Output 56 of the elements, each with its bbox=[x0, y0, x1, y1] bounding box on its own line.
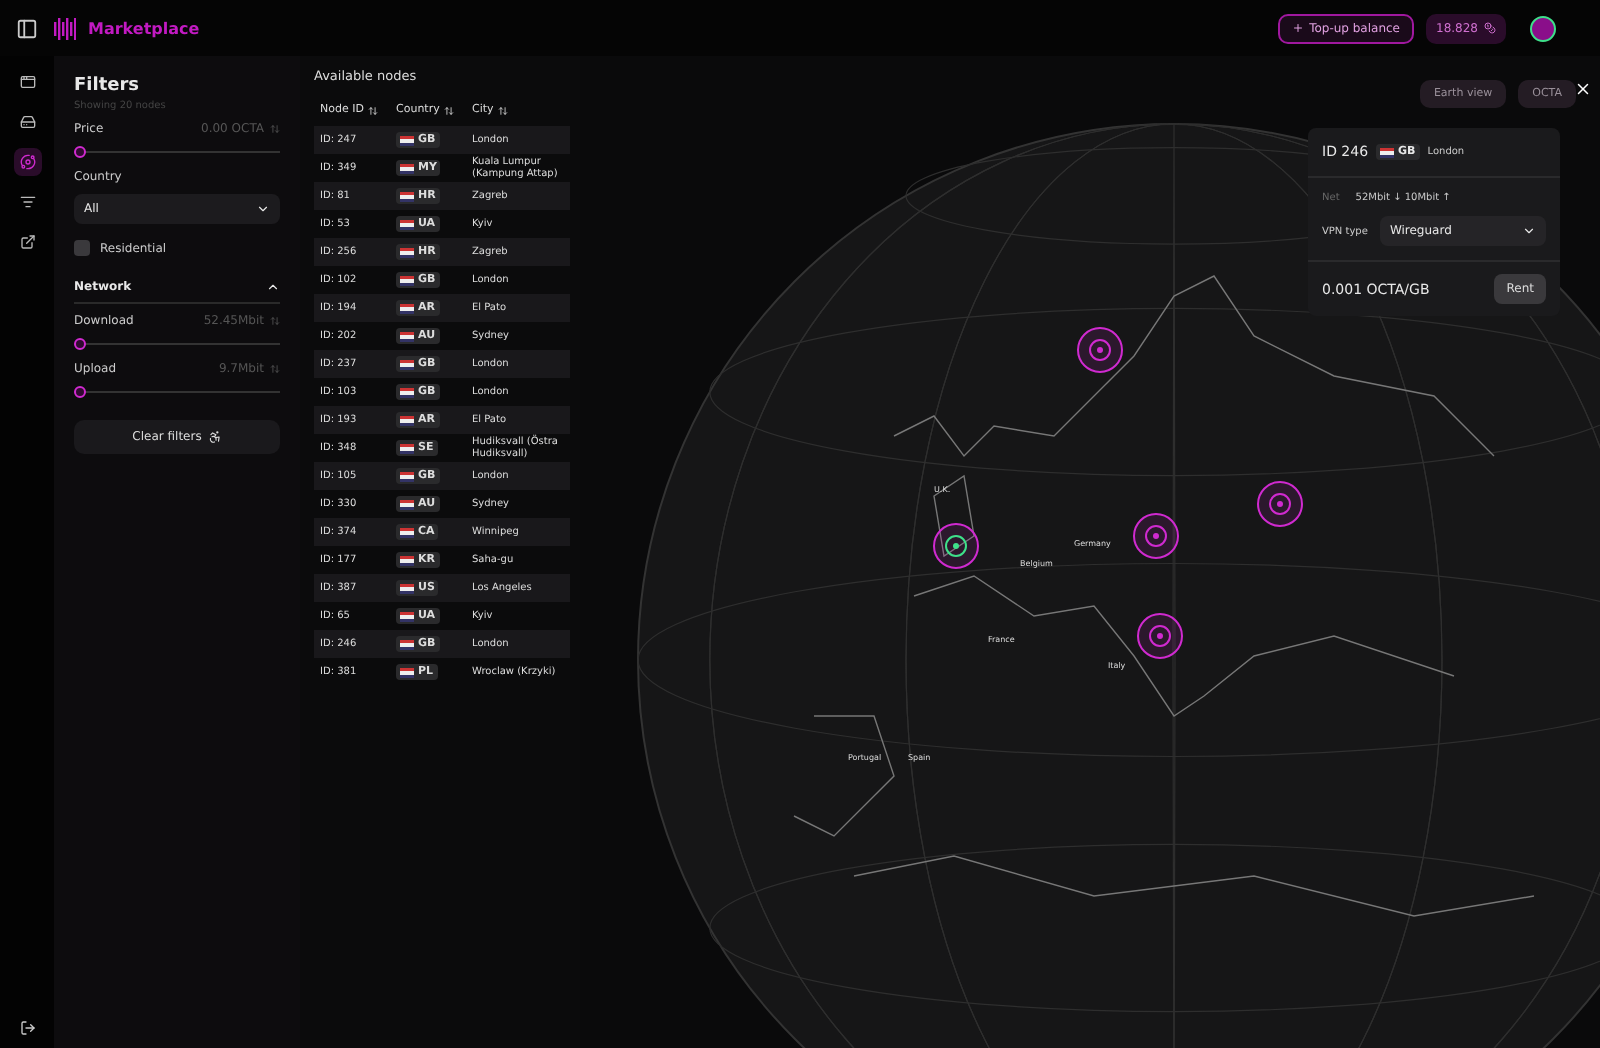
app-title: Marketplace bbox=[88, 19, 200, 37]
chevron-down-icon bbox=[256, 202, 270, 216]
filters-title: Filters bbox=[74, 76, 142, 96]
flag-icon bbox=[400, 667, 414, 677]
flag-icon bbox=[400, 499, 414, 509]
location-marker-icon[interactable] bbox=[1077, 327, 1123, 373]
checkbox[interactable] bbox=[74, 240, 90, 256]
server-icon bbox=[19, 114, 35, 130]
planet-icon bbox=[19, 154, 35, 170]
flag-icon bbox=[400, 331, 414, 341]
list-icon bbox=[19, 194, 35, 210]
chevron-up-icon bbox=[266, 280, 280, 294]
location-marker-icon[interactable] bbox=[1137, 613, 1183, 659]
chevron-down-icon bbox=[1522, 224, 1536, 238]
slider-track[interactable] bbox=[74, 338, 280, 350]
slider-track[interactable] bbox=[74, 146, 280, 158]
person-icon bbox=[207, 430, 222, 444]
flag-icon bbox=[400, 303, 414, 313]
flag-icon bbox=[400, 359, 414, 369]
flag-icon bbox=[400, 527, 414, 537]
avatar[interactable] bbox=[1530, 15, 1556, 41]
logo-icon bbox=[54, 17, 76, 39]
sort-icon bbox=[497, 105, 508, 115]
nav-button[interactable] bbox=[13, 148, 41, 176]
flag-icon bbox=[400, 583, 414, 593]
slider-thumb[interactable] bbox=[74, 338, 86, 350]
slider-thumb[interactable] bbox=[74, 386, 86, 398]
flag-icon bbox=[400, 415, 414, 425]
sort-icon bbox=[443, 105, 454, 115]
flag-icon bbox=[400, 387, 414, 397]
plus-icon bbox=[1291, 22, 1304, 34]
close-button[interactable] bbox=[1574, 80, 1592, 98]
flag-icon bbox=[400, 555, 414, 565]
flag-icon bbox=[400, 639, 414, 649]
flag-icon bbox=[400, 135, 414, 145]
coins-icon bbox=[1484, 22, 1496, 34]
location-marker-icon[interactable] bbox=[933, 523, 979, 569]
close-icon bbox=[1574, 80, 1592, 98]
flag-icon bbox=[400, 471, 414, 481]
logout-icon[interactable] bbox=[19, 1020, 35, 1036]
flag-icon bbox=[400, 443, 414, 453]
location-marker-icon[interactable] bbox=[1133, 513, 1179, 559]
flag-icon bbox=[400, 191, 414, 201]
slider-thumb[interactable] bbox=[74, 146, 86, 158]
flag-icon bbox=[400, 275, 414, 285]
window-icon bbox=[19, 74, 35, 90]
flag-icon bbox=[400, 247, 414, 257]
location-marker-icon[interactable] bbox=[1257, 481, 1303, 527]
flag-icon bbox=[1380, 147, 1395, 157]
flag-icon bbox=[400, 611, 414, 621]
slider-track[interactable] bbox=[74, 386, 280, 398]
flag-icon bbox=[400, 163, 414, 173]
sidebar-toggle-icon[interactable] bbox=[16, 17, 38, 39]
flag-icon bbox=[400, 219, 414, 229]
external-icon bbox=[19, 234, 35, 250]
sort-icon bbox=[367, 105, 378, 115]
